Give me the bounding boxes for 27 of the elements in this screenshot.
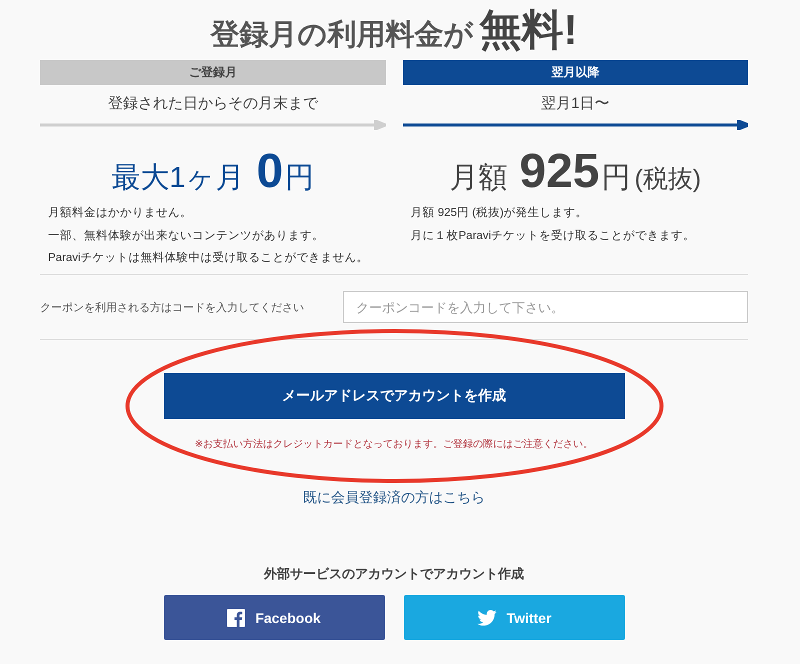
- plan-header: 翌月以降: [402, 60, 748, 85]
- plan-note: Paraviチケットは無料体験中は受け取ることができません。: [48, 250, 370, 266]
- plan-note: 月に１枚Paraviチケットを受け取ることができます。: [410, 228, 696, 244]
- login-link[interactable]: 既に会員登録済の方はこちら: [303, 489, 485, 507]
- price-amount: 0: [256, 144, 284, 199]
- plan-note: 月額料金はかかりません。: [48, 206, 193, 221]
- price-prefix: 最大1ヶ月: [111, 161, 244, 196]
- social-heading: 外部サービスのアカウントでアカウント作成: [262, 565, 525, 583]
- price-unit: 円: [601, 161, 630, 196]
- coupon-field[interactable]: クーポンコードを入力して下さい。: [343, 291, 748, 323]
- bird-icon: [476, 610, 497, 626]
- plan-note: 一部、無料体験が出来ないコンテンツがあります。: [48, 228, 325, 244]
- plan-note: 月額 925円 (税抜)が発生します。: [410, 206, 589, 221]
- price-unit: 円: [285, 161, 314, 196]
- price-prefix: 月額: [449, 161, 508, 196]
- create-account-button[interactable]: メールアドレスでアカウントを作成: [164, 373, 624, 419]
- payment-note: ※お支払い方法はクレジットカードとなっております。ご登録の際にはご注意ください。: [194, 438, 594, 451]
- price-amount: 925: [519, 144, 600, 199]
- headline-emphasis: 無料!: [480, 5, 578, 55]
- plan-header: ご登録月: [40, 60, 386, 85]
- coupon-label: クーポンを利用される方はコードを入力してください: [40, 300, 304, 314]
- plan-period: 登録された日からその月末まで: [106, 94, 320, 114]
- facebook-icon: [227, 608, 246, 626]
- price-suffix: (税抜): [634, 164, 702, 195]
- plan-period: 翌月1日〜: [540, 94, 610, 114]
- headline: 登録月の利用料金が: [210, 18, 474, 53]
- facebook-button[interactable]: Facebook: [164, 595, 384, 640]
